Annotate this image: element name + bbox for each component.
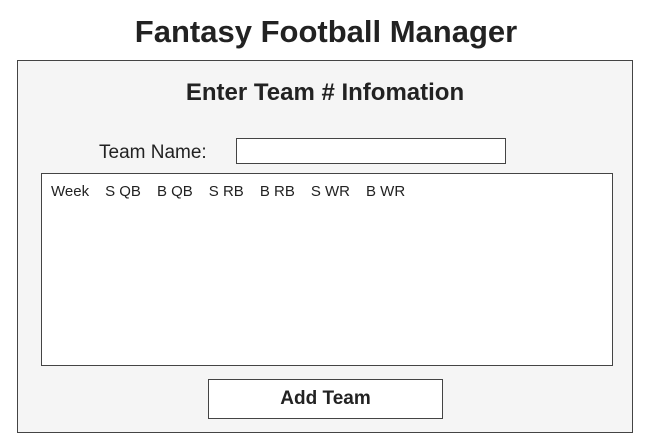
column-header-bench-rb: B RB xyxy=(259,183,295,200)
team-name-label: Team Name: xyxy=(99,142,207,163)
team-entry-panel: Enter Team # Infomation Team Name: Week … xyxy=(17,60,633,433)
roster-table[interactable]: Week S QB B QB S RB B RB S WR B WR xyxy=(41,173,613,366)
column-header-week: Week xyxy=(51,183,90,200)
column-header-starting-wr: S WR xyxy=(310,183,350,200)
page-title: Fantasy Football Manager xyxy=(134,14,518,49)
team-name-input[interactable] xyxy=(236,138,506,164)
add-team-button[interactable]: Add Team xyxy=(208,379,443,419)
column-header-starting-rb: S RB xyxy=(208,183,244,200)
column-header-bench-wr: B WR xyxy=(366,183,406,200)
form-heading: Enter Team # Infomation xyxy=(185,79,465,106)
column-header-starting-qb: S QB xyxy=(105,183,141,200)
roster-header-row: Week S QB B QB S RB B RB S WR B WR xyxy=(42,174,612,201)
column-header-bench-qb: B QB xyxy=(156,183,193,200)
